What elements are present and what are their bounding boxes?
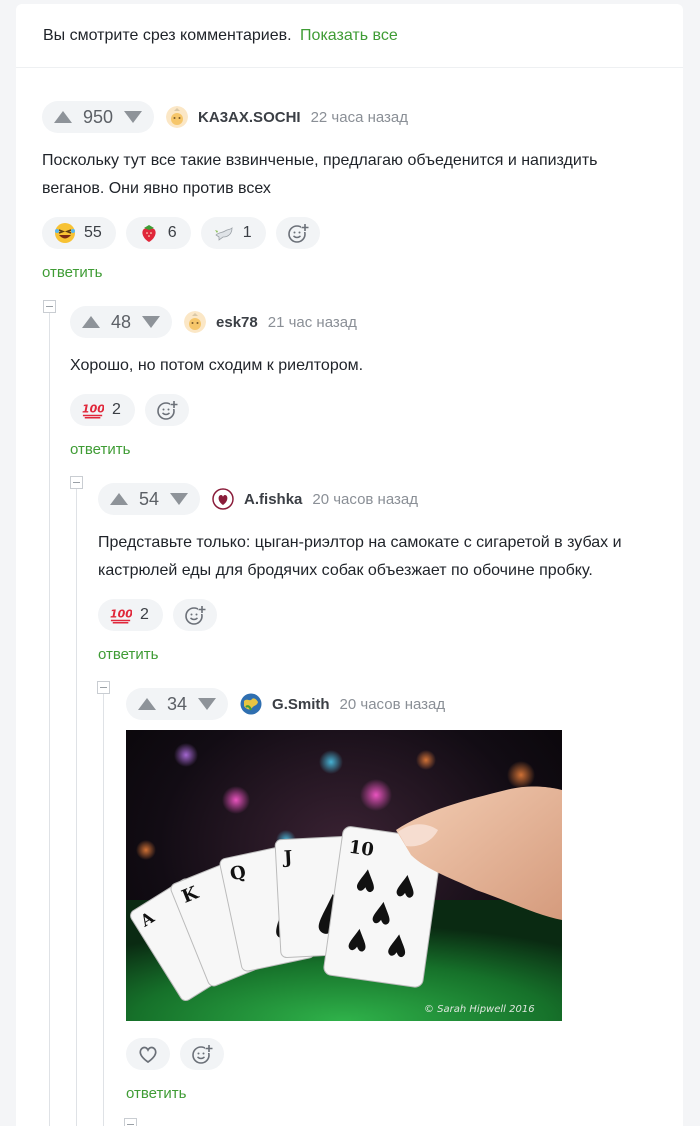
show-all-link[interactable]: Показать все [300, 27, 398, 44]
downvote-icon[interactable] [122, 109, 144, 125]
reaction-hundred[interactable]: 100 2 [70, 394, 135, 426]
comment-line: Хорошо, но потом сходим к риелтором. [70, 357, 364, 374]
reaction-count: 1 [242, 224, 252, 241]
reaction-count: 55 [84, 224, 102, 241]
downvote-icon[interactable] [168, 491, 190, 507]
comment-time: 21 час назад [267, 313, 357, 331]
comment-line: Представьте только: цыган-риэлтор на сам… [98, 534, 622, 551]
add-emoji-icon [156, 399, 178, 421]
reactions: 100 2 [98, 599, 227, 631]
comment-text: Хорошо, но потом сходим к риелтором. [70, 352, 363, 380]
reaction-laughing[interactable]: 55 [42, 217, 116, 249]
comment-time: 20 часов назад [312, 490, 418, 508]
reaction-count: 6 [167, 224, 177, 241]
upvote-icon[interactable] [108, 491, 130, 507]
reactions: 100 2 [70, 394, 199, 426]
image-watermark: © Sarah Hipwell 2016 [424, 1004, 535, 1015]
add-reaction-button[interactable] [180, 1038, 224, 1070]
hundred-emoji-icon: 100 [82, 399, 104, 421]
comment-time: 20 часов назад [339, 695, 446, 713]
vote-count: 54 [139, 488, 160, 509]
laughing-emoji-icon [54, 222, 76, 244]
upvote-icon[interactable] [52, 109, 74, 125]
author-name[interactable]: KA3AX.SOCHI [198, 109, 301, 126]
slice-banner: Вы смотрите срез комментариев. Показать … [16, 4, 683, 68]
collapse-toggle[interactable] [97, 681, 110, 694]
upvote-icon[interactable] [136, 696, 158, 712]
avatar[interactable] [166, 106, 189, 128]
vote-count: 48 [111, 311, 132, 332]
reaction-dove[interactable]: 1 [200, 217, 266, 249]
hundred-emoji-icon: 100 [110, 604, 132, 626]
avatar[interactable] [212, 488, 234, 510]
banner-text: Вы смотрите срез комментариев. [43, 27, 292, 44]
heart-icon [137, 1043, 159, 1065]
downvote-icon[interactable] [140, 314, 162, 330]
comment-line: кастрюлей еды для бродячих собак объезжа… [98, 562, 593, 579]
author-name[interactable]: G.Smith [272, 696, 330, 713]
like-button[interactable] [126, 1038, 170, 1070]
comment-line: Поскольку тут все такие взвинченые, пред… [42, 152, 598, 169]
reply-link[interactable]: ответить [126, 1085, 186, 1102]
dove-emoji-icon [213, 222, 235, 244]
add-reaction-button[interactable] [275, 217, 320, 249]
comment-image[interactable]: A K Q J 10 © Sarah Hipwell 2016 [126, 730, 562, 1021]
add-emoji-icon [287, 222, 309, 244]
add-emoji-icon [184, 604, 206, 626]
reply-link[interactable]: ответить [70, 441, 130, 458]
add-reaction-button[interactable] [144, 394, 189, 426]
svg-text:10: 10 [347, 837, 375, 861]
thread-line-2 [76, 489, 77, 1126]
vote-widget: 54 [98, 483, 201, 515]
author-name[interactable]: esk78 [216, 314, 258, 331]
thread-line-1 [49, 312, 50, 1126]
add-reaction-button[interactable] [172, 599, 217, 631]
downvote-icon[interactable] [196, 696, 218, 712]
reply-link[interactable]: ответить [98, 646, 158, 663]
svg-text:100: 100 [82, 403, 104, 416]
reaction-hundred[interactable]: 100 2 [98, 599, 163, 631]
royal-flush-photo: A K Q J 10 © Sarah Hipwell 2016 [126, 743, 562, 1021]
reaction-count: 2 [140, 606, 149, 623]
vote-count: 950 [83, 106, 114, 127]
author-name[interactable]: A.fishka [244, 491, 302, 508]
vote-count: 34 [167, 693, 188, 714]
reaction-count: 2 [112, 401, 121, 418]
add-emoji-icon [191, 1043, 213, 1065]
collapse-toggle[interactable] [124, 1118, 137, 1126]
vote-widget: 34 [126, 688, 229, 720]
reaction-strawberry[interactable]: 6 [125, 217, 191, 249]
comment-line: веганов. Они явно против всех [42, 180, 271, 197]
vote-widget: 950 [42, 101, 155, 133]
strawberry-emoji-icon [138, 222, 160, 244]
avatar[interactable] [184, 311, 207, 333]
reply-link[interactable]: ответить [42, 264, 102, 281]
reactions [126, 1038, 234, 1070]
collapse-toggle[interactable] [70, 476, 83, 489]
comment-text: Поскольку тут все такие взвинченые, пред… [42, 147, 597, 203]
comment-text: Представьте только: цыган-риэлтор на сам… [98, 529, 622, 585]
svg-text:100: 100 [110, 608, 132, 621]
collapse-toggle[interactable] [43, 300, 56, 313]
vote-widget: 48 [70, 306, 173, 338]
thread-line-3 [103, 694, 104, 1126]
reactions: 55 6 1 [42, 217, 330, 249]
comment-time: 22 часа назад [310, 108, 409, 126]
upvote-icon[interactable] [80, 314, 102, 330]
comments-card: Вы смотрите срез комментариев. Показать … [16, 4, 683, 1126]
avatar[interactable] [240, 693, 262, 715]
